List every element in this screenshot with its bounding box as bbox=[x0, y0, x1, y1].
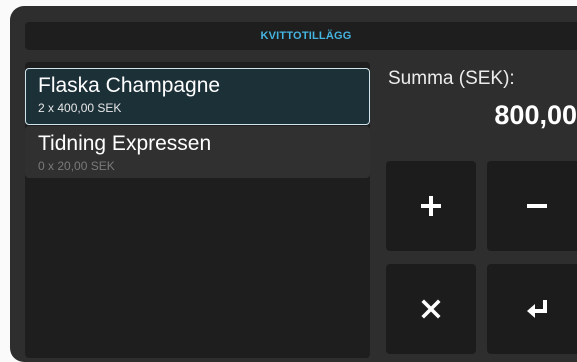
increment-button[interactable] bbox=[386, 161, 476, 251]
sum-value: 800,00 bbox=[494, 100, 577, 130]
dialog-title-bar: KVITTOTILLÄGG bbox=[25, 22, 577, 50]
sum-label: Summa (SEK): bbox=[388, 68, 515, 89]
list-item-tidning-expressen[interactable]: Tidning Expressen 0 x 20,00 SEK bbox=[25, 126, 370, 178]
enter-return-icon bbox=[527, 300, 547, 318]
item-name: Flaska Champagne bbox=[38, 74, 221, 97]
decrement-button[interactable] bbox=[487, 161, 577, 251]
item-quantity-price: 0 x 20,00 SEK bbox=[38, 159, 115, 173]
dialog-title: KVITTOTILLÄGG bbox=[260, 30, 352, 42]
minus-icon bbox=[527, 204, 547, 208]
plus-icon bbox=[421, 196, 441, 216]
list-item-flaska-champagne[interactable]: Flaska Champagne 2 x 400,00 SEK bbox=[25, 68, 370, 125]
confirm-button[interactable] bbox=[487, 264, 577, 354]
item-name: Tidning Expressen bbox=[38, 132, 212, 155]
times-icon bbox=[421, 299, 441, 319]
clear-button[interactable] bbox=[386, 264, 476, 354]
item-quantity-price: 2 x 400,00 SEK bbox=[38, 101, 122, 115]
receipt-addition-dialog: KVITTOTILLÄGG Flaska Champagne 2 x 400,0… bbox=[10, 6, 577, 362]
item-list: Flaska Champagne 2 x 400,00 SEK Tidning … bbox=[25, 62, 370, 358]
